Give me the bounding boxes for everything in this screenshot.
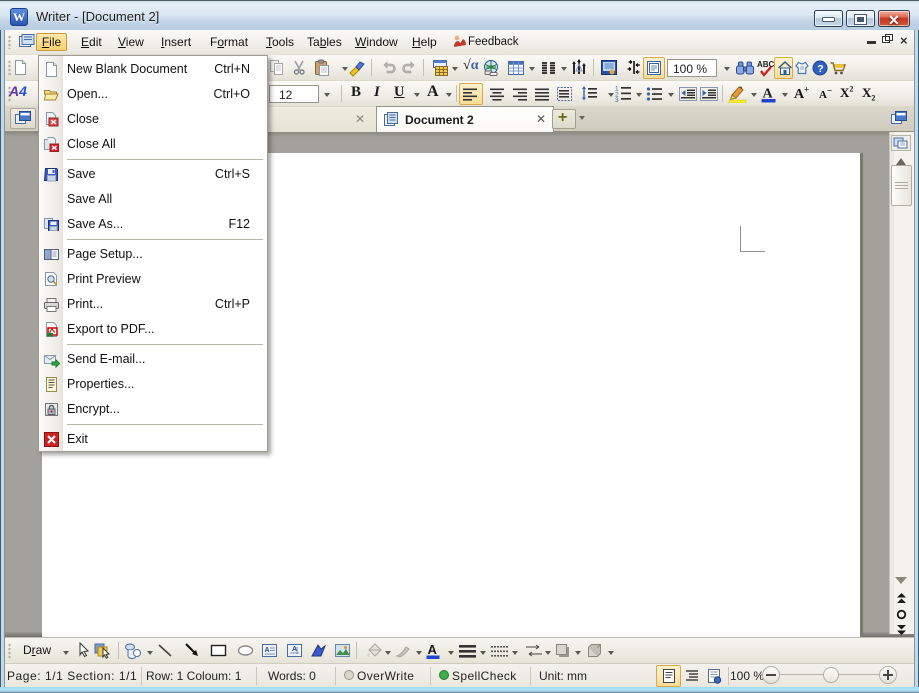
svg-text:3: 3 (615, 97, 619, 102)
svg-text:?: ? (817, 63, 823, 75)
svg-text:A: A (292, 646, 297, 653)
svg-text:A: A (428, 642, 438, 657)
svg-text:A: A (265, 647, 270, 654)
svg-text:ABC: ABC (757, 60, 775, 69)
